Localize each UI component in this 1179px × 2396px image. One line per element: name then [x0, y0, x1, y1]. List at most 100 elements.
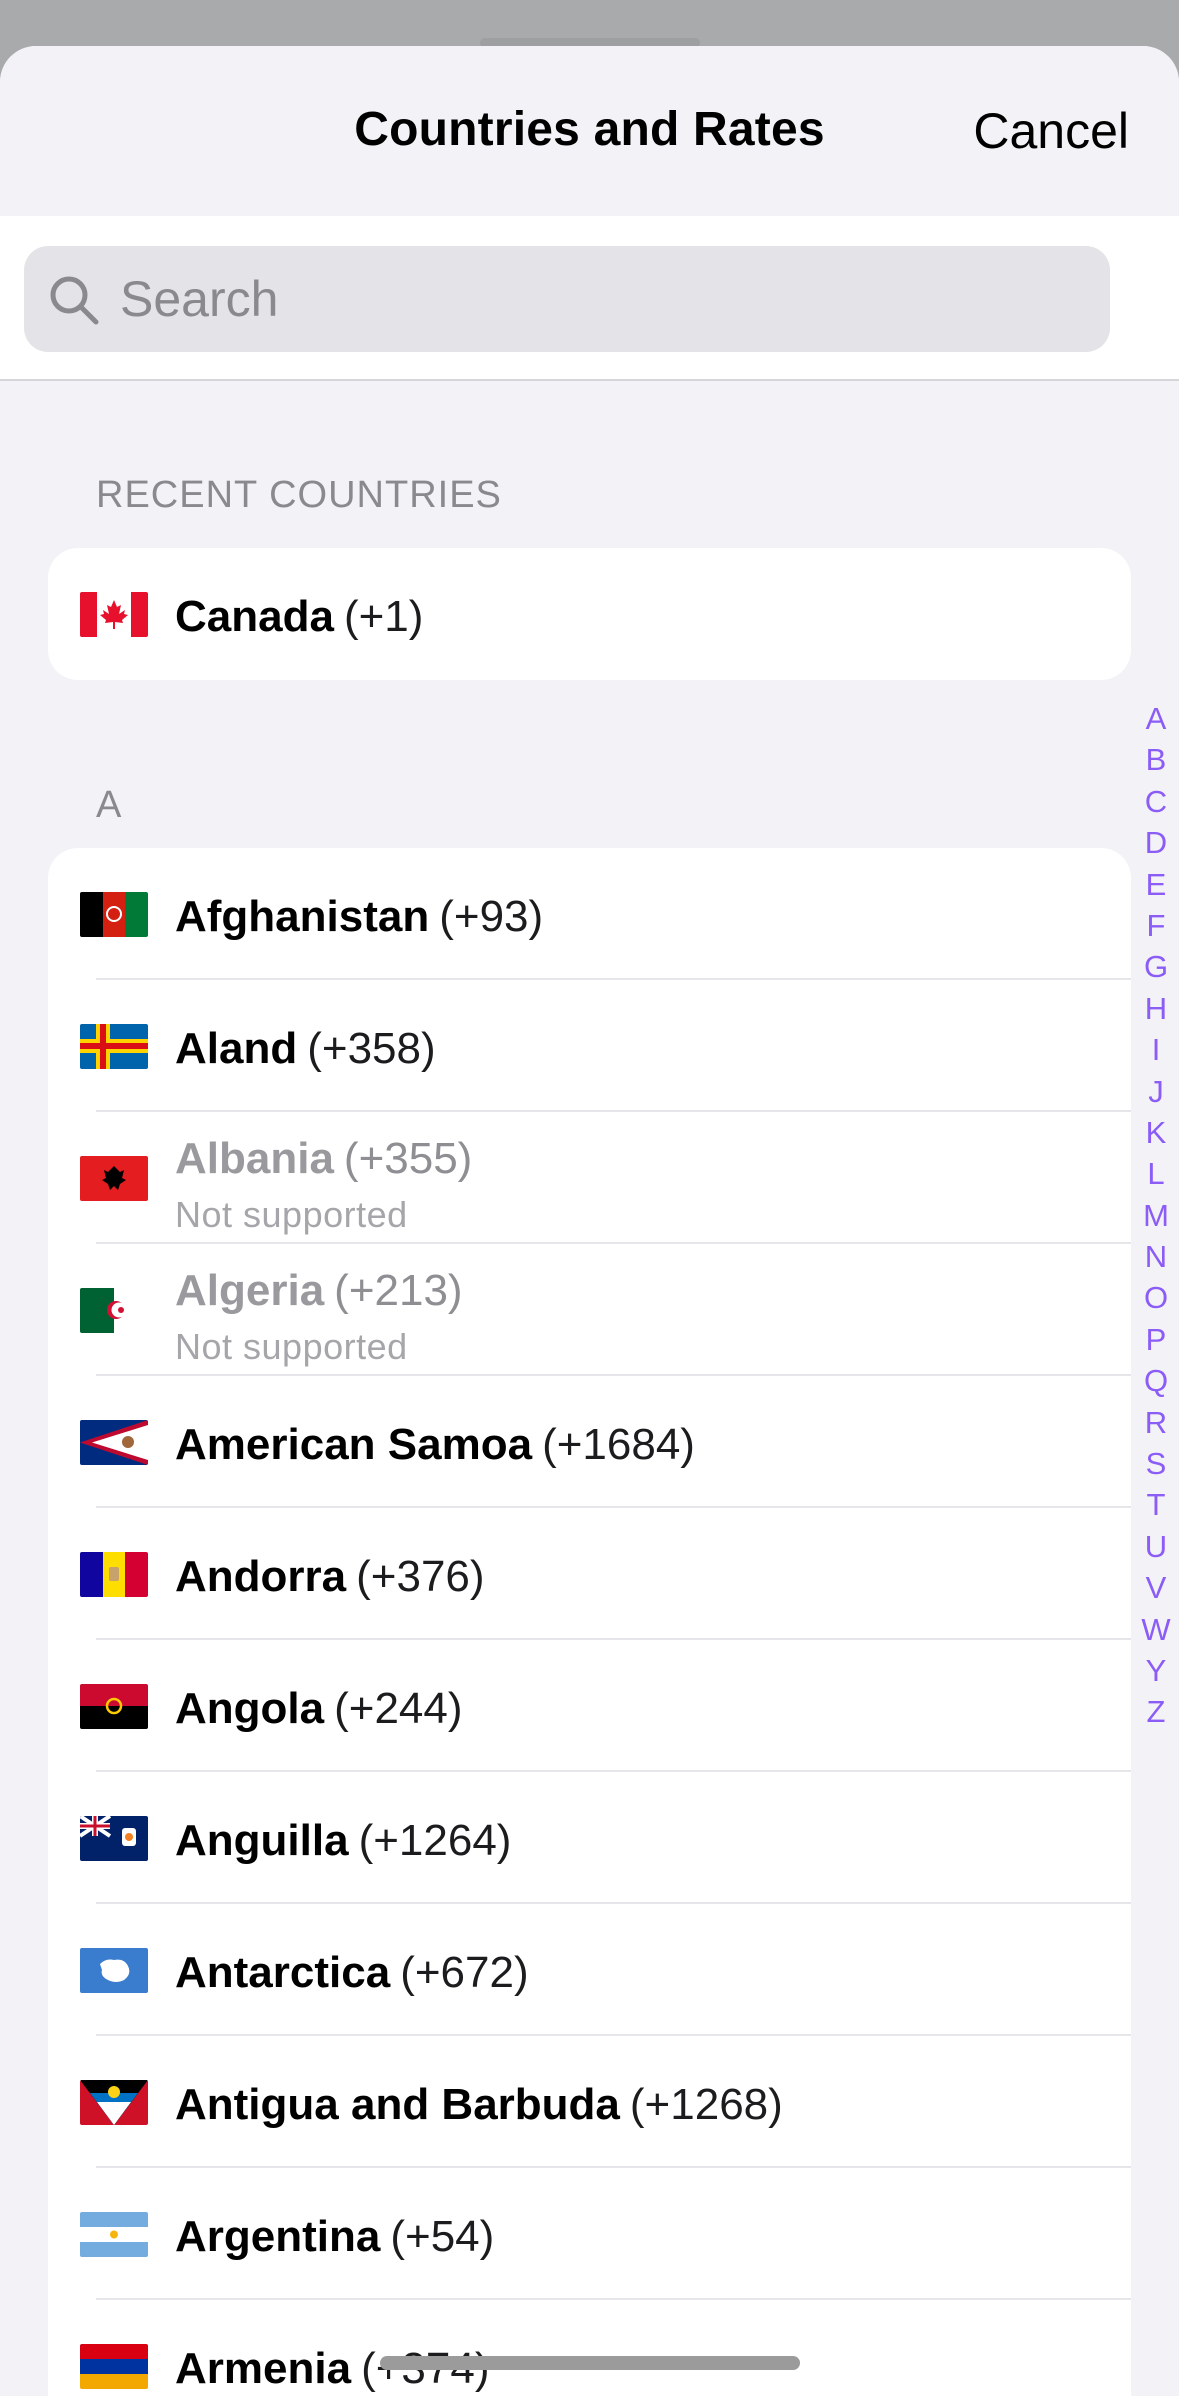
index-letter[interactable]: C — [1138, 781, 1174, 822]
country-picker-sheet: Countries and Rates Cancel RECENT COUNTR… — [0, 46, 1179, 2396]
country-label: Aland — [175, 1024, 298, 1073]
country-label: Antigua and Barbuda — [175, 2080, 620, 2129]
index-letter[interactable]: K — [1138, 1112, 1174, 1153]
country-label: Antarctica — [175, 1948, 391, 1997]
not-supported-label: Not supported — [175, 1326, 408, 1367]
list-item-albania[interactable]: Albania (+355) Not supported — [48, 1112, 1131, 1244]
angola-flag-icon — [80, 1684, 148, 1729]
list-item-afghanistan[interactable]: Afghanistan (+93) — [48, 848, 1131, 980]
search-bar — [0, 216, 1179, 381]
index-letter[interactable]: B — [1138, 739, 1174, 780]
andorra-flag-icon — [80, 1552, 148, 1597]
index-letter[interactable]: S — [1138, 1443, 1174, 1484]
search-icon — [50, 276, 99, 325]
index-letter[interactable]: R — [1138, 1402, 1174, 1443]
index-letter[interactable]: T — [1138, 1484, 1174, 1525]
country-name: Albania (+355) — [175, 1134, 472, 1184]
list-item-algeria[interactable]: Algeria (+213) Not supported — [48, 1244, 1131, 1376]
albania-flag-icon — [80, 1156, 148, 1201]
anguilla-flag-icon — [80, 1816, 148, 1861]
index-letter[interactable]: A — [1138, 698, 1174, 739]
list-item-angola[interactable]: Angola (+244) — [48, 1640, 1131, 1772]
argentina-flag-icon — [80, 2212, 148, 2257]
dial-code: (+1264) — [358, 1816, 512, 1865]
index-letter[interactable]: V — [1138, 1567, 1174, 1608]
dial-code: (+93) — [439, 892, 544, 941]
index-letter[interactable]: L — [1138, 1153, 1174, 1194]
countries-list-a: Afghanistan (+93) Aland (+358) Albania (+35… — [48, 848, 1131, 2396]
dial-code: (+54) — [390, 2212, 495, 2261]
index-letter[interactable]: D — [1138, 822, 1174, 863]
american-samoa-flag-icon — [80, 1420, 148, 1465]
country-label: Canada — [175, 592, 334, 641]
index-letter[interactable]: Y — [1138, 1650, 1174, 1691]
search-input[interactable] — [120, 246, 1080, 352]
country-name: Antigua and Barbuda (+1268) — [175, 2080, 783, 2130]
list-item-canada[interactable]: Canada (+1) — [48, 548, 1131, 680]
index-letter[interactable]: J — [1138, 1071, 1174, 1112]
country-label: Algeria — [175, 1266, 325, 1315]
index-letter[interactable]: W — [1138, 1609, 1174, 1650]
country-label: Andorra — [175, 1552, 347, 1601]
country-name: Angola (+244) — [175, 1684, 463, 1734]
dial-code: (+355) — [343, 1134, 473, 1183]
index-letter[interactable]: O — [1138, 1277, 1174, 1318]
country-name: American Samoa (+1684) — [175, 1420, 695, 1470]
country-label: Argentina — [175, 2212, 381, 2261]
list-item-armenia[interactable]: Armenia(+374) — [48, 2300, 1131, 2396]
section-index-bar[interactable]: A B C D E F G H I J K L M N O P Q R S T … — [1138, 698, 1174, 1733]
home-indicator — [380, 2356, 800, 2370]
country-label: Armenia — [175, 2344, 352, 2393]
list-item-andorra[interactable]: Andorra (+376) — [48, 1508, 1131, 1640]
dial-code: (+358) — [307, 1024, 436, 1073]
recent-countries-header: RECENT COUNTRIES — [96, 474, 502, 516]
index-letter[interactable]: I — [1138, 1029, 1174, 1070]
country-name: Algeria (+213) — [175, 1266, 463, 1316]
index-letter[interactable]: Q — [1138, 1360, 1174, 1401]
country-name: Andorra (+376) — [175, 1552, 485, 1602]
country-name: Afghanistan (+93) — [175, 892, 543, 942]
country-label: Angola — [175, 1684, 325, 1733]
country-name: Argentina (+54) — [175, 2212, 494, 2262]
country-label: Afghanistan — [175, 892, 430, 941]
index-letter[interactable]: E — [1138, 864, 1174, 905]
index-letter[interactable]: G — [1138, 946, 1174, 987]
dial-code: (+1268) — [629, 2080, 783, 2129]
navigation-bar: Countries and Rates Cancel — [0, 46, 1179, 216]
dial-code: (+672) — [400, 1948, 529, 1997]
index-letter[interactable]: U — [1138, 1526, 1174, 1567]
country-name: Aland (+358) — [175, 1024, 436, 1074]
section-header-a: A — [96, 784, 123, 826]
index-letter[interactable]: P — [1138, 1319, 1174, 1360]
not-supported-label: Not supported — [175, 1194, 408, 1235]
list-item-aland[interactable]: Aland (+358) — [48, 980, 1131, 1112]
dial-code: (+1) — [343, 592, 424, 641]
country-label: Albania — [175, 1134, 334, 1183]
dial-code: (+244) — [334, 1684, 463, 1733]
country-name: Anguilla (+1264) — [175, 1816, 511, 1866]
recent-countries-list: Canada (+1) — [48, 548, 1131, 680]
index-letter[interactable]: N — [1138, 1236, 1174, 1277]
afghanistan-flag-icon — [80, 892, 148, 937]
algeria-flag-icon — [80, 1288, 148, 1333]
cancel-button[interactable]: Cancel — [973, 102, 1129, 160]
dial-code: (+376) — [356, 1552, 485, 1601]
dial-code: (+1684) — [542, 1420, 695, 1469]
aland-flag-icon — [80, 1024, 148, 1069]
country-name: Canada (+1) — [175, 592, 423, 642]
list-item-american-samoa[interactable]: American Samoa (+1684) — [48, 1376, 1131, 1508]
country-label: Anguilla — [175, 1816, 349, 1865]
country-name: Antarctica (+672) — [175, 1948, 529, 1998]
country-label: American Samoa — [175, 1420, 533, 1469]
search-field[interactable] — [24, 246, 1110, 352]
dial-code: (+213) — [334, 1266, 463, 1315]
list-item-antigua-and-barbuda[interactable]: Antigua and Barbuda (+1268) — [48, 2036, 1131, 2168]
index-letter[interactable]: H — [1138, 988, 1174, 1029]
index-letter[interactable]: F — [1138, 905, 1174, 946]
antarctica-flag-icon — [80, 1948, 148, 1993]
index-letter[interactable]: Z — [1138, 1691, 1174, 1732]
list-item-anguilla[interactable]: Anguilla (+1264) — [48, 1772, 1131, 1904]
index-letter[interactable]: M — [1138, 1195, 1174, 1236]
list-item-argentina[interactable]: Argentina (+54) — [48, 2168, 1131, 2300]
list-item-antarctica[interactable]: Antarctica (+672) — [48, 1904, 1131, 2036]
